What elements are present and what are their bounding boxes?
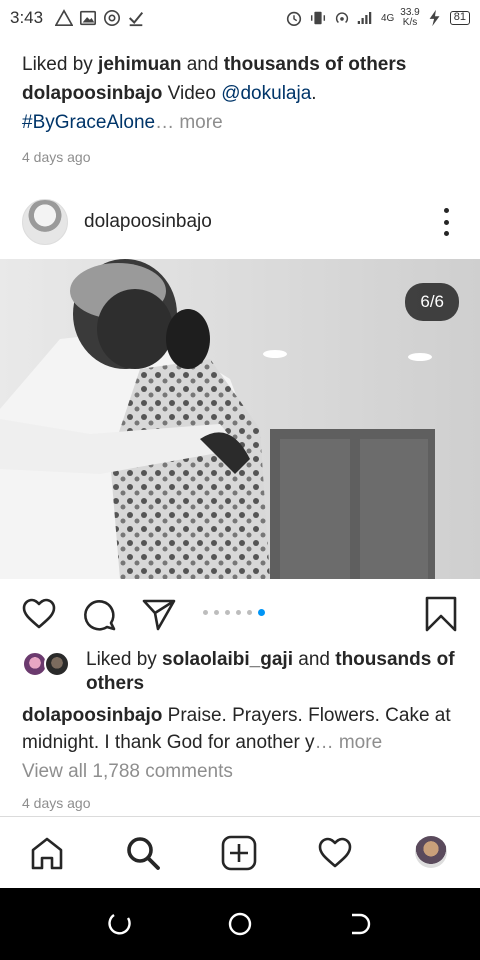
add-post-icon[interactable] xyxy=(221,835,257,871)
more-options-icon[interactable] xyxy=(434,208,458,236)
status-time: 3:43 xyxy=(10,8,44,27)
network-type: 4G xyxy=(380,12,395,24)
hotspot-icon xyxy=(335,12,348,24)
network-speed: 33.9 K/s xyxy=(400,7,420,28)
search-icon[interactable] xyxy=(125,835,161,871)
signal-icon xyxy=(357,12,372,24)
previous-caption-line: dolapoosinbajo Video @dokulaja. xyxy=(22,83,317,104)
post-header: dolapoosinbajo xyxy=(0,196,480,248)
liker-avatar-2 xyxy=(44,651,70,677)
android-navigation-bar xyxy=(0,888,480,960)
activity-heart-icon[interactable] xyxy=(317,835,353,871)
carousel-dot xyxy=(203,610,208,615)
image-counter: 6/6 xyxy=(405,283,459,321)
previous-post-caption: Liked by jehimuan and thousands of other… xyxy=(22,50,462,172)
previous-post-time: 4 days ago xyxy=(22,149,91,165)
more-link[interactable]: … more xyxy=(155,112,223,133)
view-all-comments-link[interactable]: View all 1,788 comments xyxy=(22,761,233,783)
carousel-dot xyxy=(247,610,252,615)
likes-row: Liked by solaolaibi_gaji and thousands o… xyxy=(22,648,462,696)
carousel-dot xyxy=(236,610,241,615)
post-time: 4 days ago xyxy=(22,795,91,811)
liked-user-link[interactable]: jehimuan xyxy=(98,54,181,75)
post-author-avatar[interactable] xyxy=(22,199,68,245)
bottom-navigation xyxy=(0,816,480,888)
hashtag-link[interactable]: #ByGraceAlone xyxy=(22,112,155,133)
home-circle-icon[interactable] xyxy=(226,910,254,938)
alarm-icon xyxy=(286,11,302,27)
caption-more-link[interactable]: … more xyxy=(315,732,383,753)
download-check-icon xyxy=(129,11,144,27)
warning-icon xyxy=(55,9,74,27)
at-icon xyxy=(104,9,121,27)
previous-hashtag-line: #ByGraceAlone… more xyxy=(22,108,462,137)
carousel-dot xyxy=(258,609,265,616)
image-icon xyxy=(80,10,97,26)
mention-link[interactable]: @dokulaja xyxy=(221,83,311,104)
comment-icon[interactable] xyxy=(81,596,117,632)
recents-icon[interactable] xyxy=(106,910,134,938)
vibrate-icon xyxy=(310,11,325,25)
save-bookmark-icon[interactable] xyxy=(423,596,459,632)
carousel-indicator xyxy=(203,609,265,616)
share-send-icon[interactable] xyxy=(141,596,177,632)
profile-avatar[interactable] xyxy=(415,836,447,868)
liked-user-link[interactable]: solaolaibi_gaji xyxy=(162,649,293,670)
caption-username-link[interactable]: dolapoosinbajo xyxy=(22,705,162,726)
status-bar: 3:43 4G 33.9 K/s 81 xyxy=(0,0,480,36)
post-caption: dolapoosinbajo Praise. Prayers. Flowers.… xyxy=(22,705,451,753)
liker-avatars[interactable] xyxy=(22,648,78,678)
carousel-dot xyxy=(214,610,219,615)
like-heart-icon[interactable] xyxy=(21,596,57,632)
post-username[interactable]: dolapoosinbajo xyxy=(84,211,212,233)
charging-icon xyxy=(429,9,440,27)
caption-username-link[interactable]: dolapoosinbajo xyxy=(22,83,162,104)
liked-others-link[interactable]: thousands of others xyxy=(224,54,407,75)
back-icon[interactable] xyxy=(346,910,374,938)
liked-by-text: Liked by solaolaibi_gaji and thousands o… xyxy=(86,649,455,694)
home-icon[interactable] xyxy=(29,835,65,871)
previous-likes-line: Liked by jehimuan and thousands of other… xyxy=(22,54,407,75)
battery-level: 81 xyxy=(449,11,470,25)
carousel-dot xyxy=(225,610,230,615)
